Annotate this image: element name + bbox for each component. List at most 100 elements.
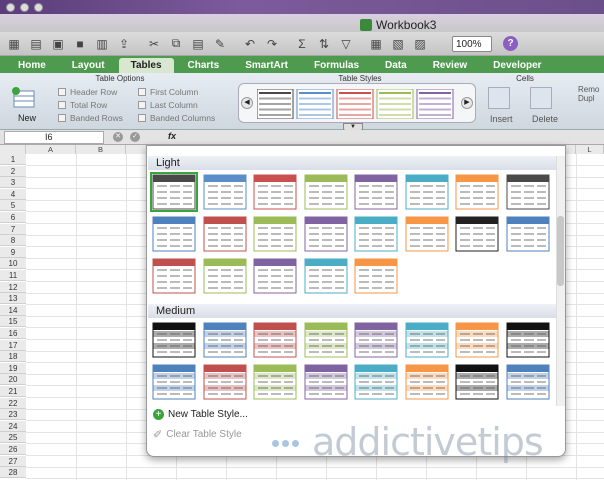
tab-review[interactable]: Review — [421, 58, 479, 73]
tab-smartart[interactable]: SmartArt — [233, 58, 300, 73]
row-header[interactable]: 13 — [0, 293, 26, 305]
templates-icon[interactable]: ▤ — [26, 35, 46, 53]
table-styles-strip[interactable]: ◀ ▶ — [238, 83, 476, 123]
strip-style-swatch[interactable] — [336, 89, 374, 119]
tab-formulas[interactable]: Formulas — [302, 58, 371, 73]
row-header[interactable]: 17 — [0, 339, 26, 351]
tab-data[interactable]: Data — [373, 58, 419, 73]
tab-layout[interactable]: Layout — [60, 58, 117, 73]
row-header[interactable]: 21 — [0, 386, 26, 397]
table-style-swatch[interactable] — [455, 216, 499, 252]
total-row-checkbox[interactable]: Total Row — [58, 100, 107, 110]
strip-style-swatch[interactable] — [257, 89, 294, 119]
zoom-select[interactable]: 100% — [452, 36, 492, 52]
table-style-swatch[interactable] — [304, 216, 348, 252]
table-style-swatch[interactable] — [354, 258, 398, 294]
row-header[interactable]: 11 — [0, 270, 26, 281]
column-header[interactable]: B — [76, 145, 126, 154]
format-painter-icon[interactable]: ✎ — [210, 35, 230, 53]
table-style-swatch[interactable] — [152, 258, 196, 294]
table-style-swatch[interactable] — [253, 258, 297, 294]
row-header[interactable]: 23 — [0, 409, 26, 421]
strip-style-swatch[interactable] — [376, 89, 414, 119]
header-row-checkbox[interactable]: Header Row — [58, 87, 117, 97]
row-header[interactable]: 2 — [0, 165, 26, 177]
insert-cells-icon[interactable] — [488, 87, 510, 109]
table-style-swatch[interactable] — [253, 174, 297, 210]
row-header[interactable]: 3 — [0, 177, 26, 189]
table-style-swatch[interactable] — [203, 322, 247, 358]
gallery-scroll-thumb[interactable] — [557, 216, 564, 286]
delete-cells-icon[interactable] — [530, 87, 552, 109]
zoom-window-button[interactable] — [34, 3, 43, 12]
table-style-swatch[interactable] — [405, 216, 449, 252]
table-style-swatch[interactable] — [304, 174, 348, 210]
row-header[interactable]: 10 — [0, 258, 26, 270]
table-style-swatch[interactable] — [152, 216, 196, 252]
undo-icon[interactable]: ↶ — [240, 35, 260, 53]
sort-icon[interactable]: ⇅ — [314, 35, 334, 53]
row-header[interactable]: 25 — [0, 432, 26, 444]
row-header[interactable]: 9 — [0, 246, 26, 258]
table-style-swatch[interactable] — [354, 174, 398, 210]
row-header[interactable]: 19 — [0, 362, 26, 374]
row-header[interactable]: 22 — [0, 397, 26, 409]
cut-icon[interactable]: ✂ — [144, 35, 164, 53]
table-style-swatch[interactable] — [304, 258, 348, 294]
row-header[interactable]: 5 — [0, 200, 26, 212]
close-window-button[interactable] — [6, 3, 15, 12]
table-style-swatch[interactable] — [253, 216, 297, 252]
toolbox-icon[interactable]: ▧ — [388, 35, 408, 53]
styles-next-icon[interactable]: ▶ — [461, 97, 473, 109]
table-style-swatch[interactable] — [203, 216, 247, 252]
autosum-icon[interactable]: Σ — [292, 35, 312, 53]
table-style-swatch[interactable] — [455, 364, 499, 400]
column-header[interactable]: A — [26, 145, 76, 154]
table-style-swatch[interactable] — [455, 174, 499, 210]
row-header[interactable]: 18 — [0, 351, 26, 363]
new-table-style-menu-item[interactable]: + New Table Style... — [153, 409, 248, 420]
tab-tables[interactable]: Tables — [118, 58, 174, 73]
minimize-window-button[interactable] — [20, 3, 29, 12]
styles-prev-icon[interactable]: ◀ — [241, 97, 253, 109]
row-header[interactable]: 24 — [0, 420, 26, 432]
row-header[interactable]: 15 — [0, 316, 26, 328]
new-workbook-icon[interactable]: ▦ — [4, 35, 24, 53]
first-column-checkbox[interactable]: First Column — [138, 87, 198, 97]
tab-home[interactable]: Home — [6, 58, 58, 73]
select-all-corner[interactable] — [0, 145, 26, 154]
row-header[interactable]: 28 — [0, 467, 26, 479]
tab-developer[interactable]: Developer — [481, 58, 553, 73]
table-style-swatch[interactable] — [152, 364, 196, 400]
table-style-swatch[interactable] — [354, 322, 398, 358]
gallery-icon[interactable]: ▦ — [366, 35, 386, 53]
table-style-swatch[interactable] — [203, 364, 247, 400]
remove-duplicates-label[interactable]: Remo Dupl — [578, 85, 599, 103]
table-style-swatch[interactable] — [506, 216, 550, 252]
table-style-swatch[interactable] — [152, 322, 196, 358]
table-style-swatch[interactable] — [253, 322, 297, 358]
banded-rows-checkbox[interactable]: Banded Rows — [58, 113, 123, 123]
table-style-swatch[interactable] — [506, 174, 550, 210]
open-icon[interactable]: ▣ — [48, 35, 68, 53]
filter-icon[interactable]: ▽ — [336, 35, 356, 53]
row-header[interactable]: 26 — [0, 444, 26, 455]
paste-icon[interactable]: ▤ — [188, 35, 208, 53]
help-icon[interactable]: ? — [503, 36, 518, 51]
row-header[interactable]: 16 — [0, 328, 26, 339]
row-header[interactable]: 12 — [0, 281, 26, 293]
row-header[interactable]: 7 — [0, 223, 26, 235]
table-style-swatch[interactable] — [253, 364, 297, 400]
new-table-button[interactable] — [10, 85, 40, 111]
cancel-formula-icon[interactable]: ✕ — [113, 132, 123, 142]
print-icon[interactable]: ▥ — [92, 35, 112, 53]
row-header[interactable]: 14 — [0, 304, 26, 316]
gallery-scrollbar[interactable] — [556, 156, 565, 406]
row-header[interactable]: 27 — [0, 455, 26, 467]
copy-icon[interactable]: ⧉ — [166, 35, 186, 53]
table-style-swatch[interactable] — [304, 322, 348, 358]
accept-formula-icon[interactable]: ✓ — [130, 132, 140, 142]
redo-icon[interactable]: ↷ — [262, 35, 282, 53]
column-header[interactable]: L — [576, 145, 604, 154]
table-style-swatch[interactable] — [455, 322, 499, 358]
